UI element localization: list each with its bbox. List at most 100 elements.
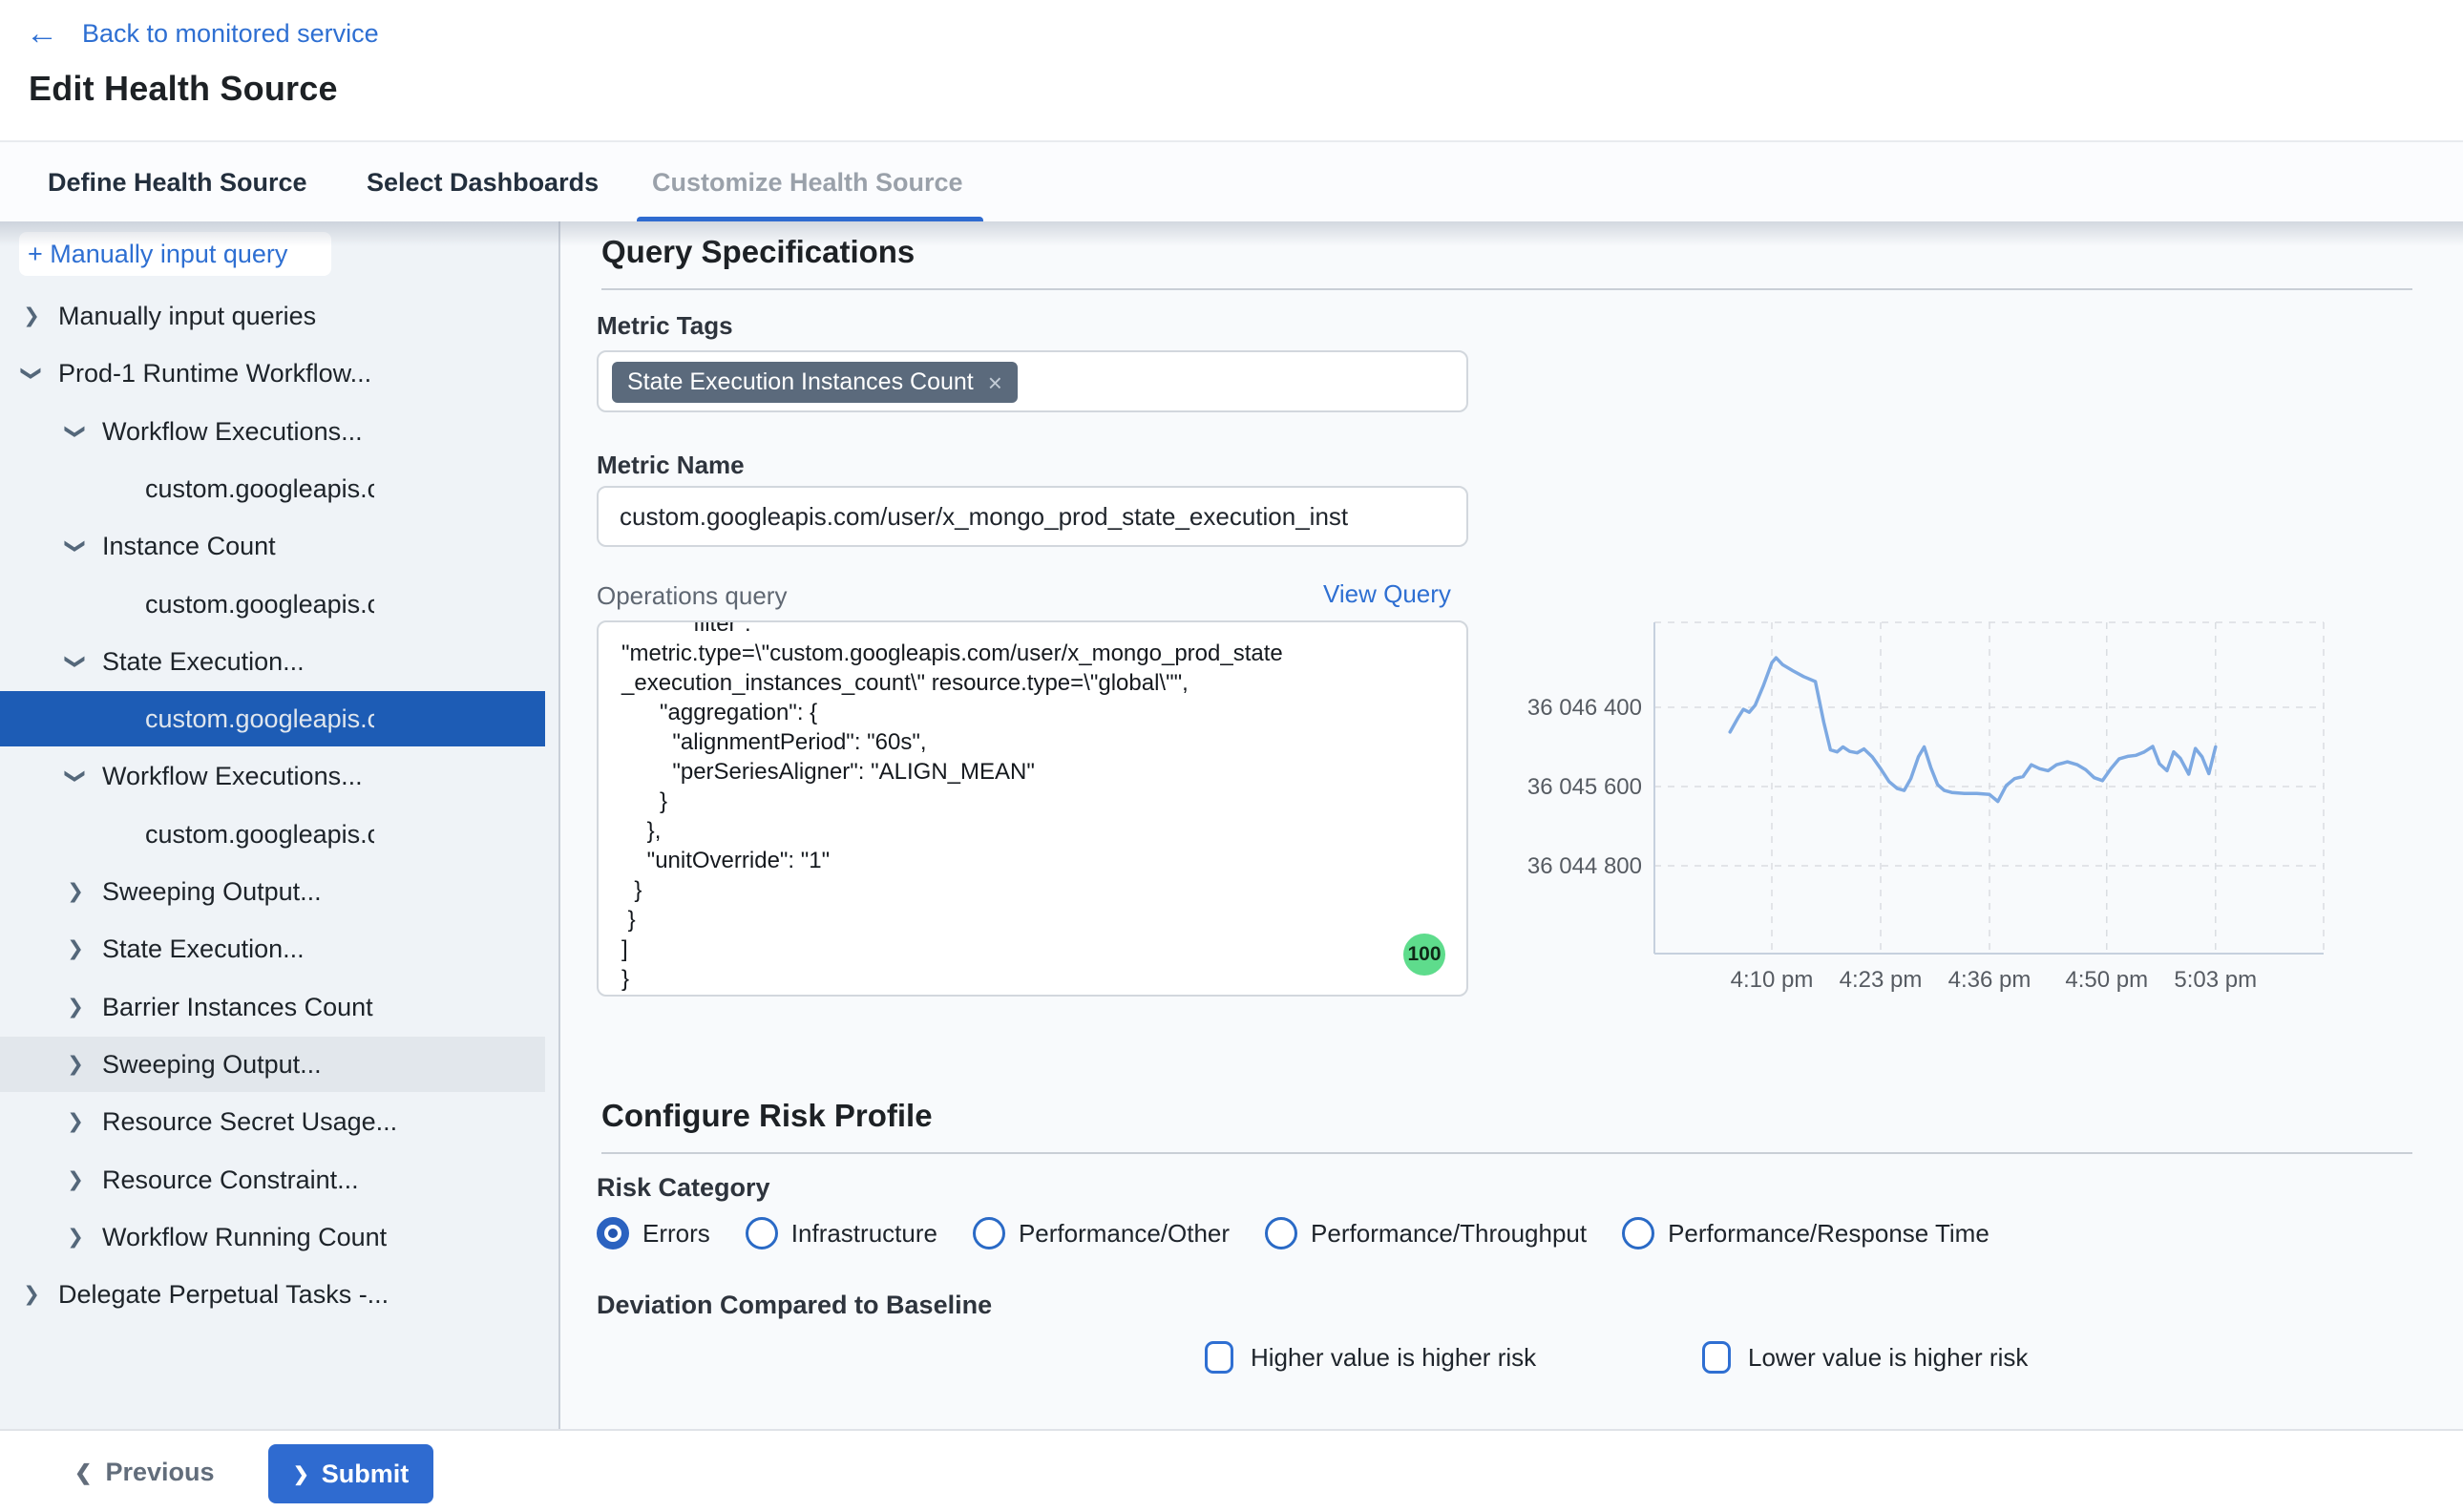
metric-tag-chip-label: State Execution Instances Count bbox=[627, 368, 974, 396]
chip-close-icon[interactable]: × bbox=[988, 370, 1002, 395]
page-title: Edit Health Source bbox=[29, 69, 338, 109]
radio-icon[interactable] bbox=[1622, 1217, 1654, 1250]
operations-query-label: Operations query bbox=[597, 581, 787, 611]
tree-item[interactable]: ❯ custom.googleapis.co bbox=[0, 691, 545, 746]
metric-name-value: custom.googleapis.com/user/x_mongo_prod_… bbox=[620, 488, 1450, 545]
tree-item[interactable]: ❯ Workflow Executions... bbox=[0, 748, 545, 804]
tree-item-label: Manually input queries bbox=[58, 302, 316, 331]
tree-item[interactable]: ❯ Sweeping Output... bbox=[0, 1037, 545, 1092]
tree-item[interactable]: ❯ State Execution... bbox=[0, 634, 545, 689]
deviation-checkbox[interactable]: Higher value is higher risk bbox=[1205, 1338, 1536, 1376]
radio-label: Errors bbox=[642, 1219, 710, 1249]
tree-item[interactable]: ❯ Workflow Running Count bbox=[0, 1209, 545, 1265]
content-area: + Manually input query ❯ Manually input … bbox=[0, 221, 2463, 1429]
tree-item[interactable]: ❯ Manually input queries bbox=[0, 288, 545, 344]
back-arrow-icon: ← bbox=[26, 17, 58, 50]
tree-item[interactable]: ❯ Barrier Instances Count bbox=[0, 979, 545, 1035]
chevron-icon[interactable]: ❯ bbox=[64, 421, 88, 442]
tab-customize-health-source[interactable]: Customize Health Source bbox=[652, 142, 963, 223]
chevron-icon[interactable]: ❯ bbox=[21, 1283, 42, 1307]
chevron-icon[interactable]: ❯ bbox=[65, 1053, 86, 1077]
checkbox-label: Lower value is higher risk bbox=[1748, 1343, 2028, 1373]
metric-name-input[interactable]: custom.googleapis.com/user/x_mongo_prod_… bbox=[597, 486, 1468, 547]
radio-label: Performance/Throughput bbox=[1311, 1219, 1587, 1249]
checkbox-icon[interactable] bbox=[1702, 1341, 1731, 1374]
tree-item-label: State Execution... bbox=[102, 934, 305, 964]
risk-category-radio[interactable]: Performance/Response Time bbox=[1622, 1217, 1989, 1250]
tree-item-label: Prod-1 Runtime Workflow... bbox=[58, 359, 371, 388]
svg-text:4:23 pm: 4:23 pm bbox=[1840, 967, 1923, 993]
chevron-icon[interactable]: ❯ bbox=[65, 996, 86, 1019]
back-link-label: Back to monitored service bbox=[82, 19, 379, 49]
submit-button-label: Submit bbox=[322, 1460, 410, 1489]
back-to-monitored-service-link[interactable]: ← Back to monitored service bbox=[26, 17, 379, 50]
tab-select-dashboards[interactable]: Select Dashboards bbox=[367, 142, 599, 223]
tree-item[interactable]: ❯ custom.googleapis.co bbox=[0, 807, 545, 862]
risk-category-radio[interactable]: Performance/Throughput bbox=[1265, 1217, 1587, 1250]
add-manual-query-button[interactable]: + Manually input query bbox=[19, 232, 331, 276]
metric-name-label: Metric Name bbox=[597, 451, 745, 480]
section-divider bbox=[601, 288, 2412, 290]
chevron-icon[interactable]: ❯ bbox=[64, 536, 88, 556]
wizard-tabbar: Define Health Source Select Dashboards C… bbox=[0, 140, 2463, 221]
chevron-icon[interactable]: ❯ bbox=[65, 1110, 86, 1134]
checkbox-icon[interactable] bbox=[1205, 1341, 1233, 1374]
radio-icon[interactable] bbox=[973, 1217, 1005, 1250]
svg-text:5:03 pm: 5:03 pm bbox=[2174, 967, 2257, 993]
submit-button[interactable]: ❯ Submit bbox=[268, 1444, 433, 1503]
tree-item[interactable]: ❯ Sweeping Output... bbox=[0, 864, 545, 919]
radio-icon[interactable] bbox=[1265, 1217, 1297, 1250]
chevron-icon[interactable]: ❯ bbox=[64, 766, 88, 787]
deviation-label: Deviation Compared to Baseline bbox=[597, 1291, 992, 1320]
tree-item[interactable]: ❯ Resource Constraint... bbox=[0, 1152, 545, 1208]
main-panel: Query Specifications Metric Tags State E… bbox=[560, 221, 2463, 1429]
tree-item[interactable]: ❯ custom.googleapis.co bbox=[0, 461, 545, 516]
tree-item-label: Resource Secret Usage... bbox=[102, 1107, 397, 1137]
configure-risk-profile-heading: Configure Risk Profile bbox=[601, 1098, 933, 1134]
deviation-checkbox[interactable]: Lower value is higher risk bbox=[1702, 1338, 2028, 1376]
tree-item[interactable]: ❯ State Execution... bbox=[0, 921, 545, 976]
chevron-icon[interactable]: ❯ bbox=[65, 937, 86, 961]
radio-icon[interactable] bbox=[597, 1217, 629, 1250]
tree-item[interactable]: ❯ Instance Count bbox=[0, 518, 545, 574]
radio-label: Infrastructure bbox=[791, 1219, 937, 1249]
tree-item-label: custom.googleapis.co bbox=[145, 820, 374, 850]
tree-item-label: Workflow Executions... bbox=[102, 762, 363, 791]
previous-button[interactable]: ❮ Previous bbox=[74, 1431, 215, 1512]
svg-text:4:10 pm: 4:10 pm bbox=[1731, 967, 1814, 993]
tree-item[interactable]: ❯ Prod-1 Runtime Workflow... bbox=[0, 346, 545, 401]
page-header: ← Back to monitored service Edit Health … bbox=[0, 0, 2463, 140]
tree-item-label: Instance Count bbox=[102, 532, 276, 561]
chevron-right-icon: ❯ bbox=[293, 1462, 309, 1486]
view-query-link[interactable]: View Query bbox=[1323, 579, 1451, 609]
svg-text:36 046 400: 36 046 400 bbox=[1527, 695, 1642, 721]
tree-item-label: Delegate Perpetual Tasks -... bbox=[58, 1280, 389, 1310]
risk-category-radio[interactable]: Errors bbox=[597, 1217, 710, 1250]
tree-item-label: custom.googleapis.co bbox=[145, 474, 374, 504]
query-tree-sidebar: + Manually input query ❯ Manually input … bbox=[0, 221, 560, 1429]
radio-icon[interactable] bbox=[746, 1217, 778, 1250]
risk-category-radio[interactable]: Infrastructure bbox=[746, 1217, 937, 1250]
tree-item[interactable]: ❯ Workflow Executions... bbox=[0, 404, 545, 459]
metric-tags-label: Metric Tags bbox=[597, 311, 733, 341]
metric-tags-input[interactable]: State Execution Instances Count × bbox=[597, 350, 1468, 412]
chevron-icon[interactable]: ❯ bbox=[65, 1226, 86, 1250]
tree-item[interactable]: ❯ Delegate Perpetual Tasks -... bbox=[0, 1267, 545, 1322]
tree-item[interactable]: ❯ Resource Secret Usage... bbox=[0, 1094, 545, 1149]
svg-text:36 044 800: 36 044 800 bbox=[1527, 853, 1642, 879]
chevron-icon[interactable]: ❯ bbox=[64, 651, 88, 672]
tree-item[interactable]: ❯ custom.googleapis.co bbox=[0, 577, 545, 632]
risk-category-radio[interactable]: Performance/Other bbox=[973, 1217, 1230, 1250]
tree-item-label: Workflow Running Count bbox=[102, 1223, 387, 1252]
tree-item-label: Barrier Instances Count bbox=[102, 993, 373, 1022]
chevron-icon[interactable]: ❯ bbox=[65, 1168, 86, 1192]
section-divider-2 bbox=[601, 1152, 2412, 1154]
tab-define-health-source[interactable]: Define Health Source bbox=[48, 142, 307, 223]
chevron-icon[interactable]: ❯ bbox=[20, 363, 44, 384]
chevron-icon[interactable]: ❯ bbox=[21, 304, 42, 328]
chevron-icon[interactable]: ❯ bbox=[65, 880, 86, 904]
tree-item-label: custom.googleapis.co bbox=[145, 704, 374, 734]
operations-query-textarea[interactable]: "filter": "metric.type=\"custom.googleap… bbox=[597, 620, 1468, 997]
edit-health-source-page: ← Back to monitored service Edit Health … bbox=[0, 0, 2463, 1512]
metric-tag-chip[interactable]: State Execution Instances Count × bbox=[612, 362, 1018, 403]
